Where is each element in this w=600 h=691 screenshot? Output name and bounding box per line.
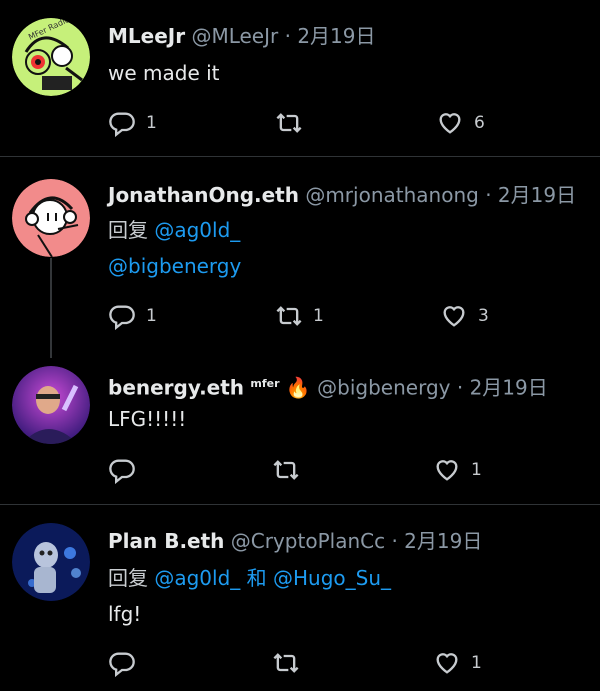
- fire-emoji-icon: 🔥: [285, 375, 311, 400]
- avatar-jonathanong[interactable]: [12, 179, 90, 257]
- like-icon: [436, 460, 458, 481]
- like-button[interactable]: 1: [433, 455, 482, 485]
- photo-avatar-icon: [12, 366, 90, 444]
- reply-count: 1: [146, 113, 157, 133]
- tweet-date[interactable]: 2月19日: [297, 24, 375, 48]
- tweet-feed: MFer Radio MLeeJr @MLeeJr · 2月19日 we mad…: [0, 0, 600, 691]
- tweet-text: we made it: [108, 56, 220, 90]
- mfer-badge: mfer: [250, 377, 280, 390]
- tweet-text-content: lfg!: [108, 602, 142, 626]
- tweet-actions: 1 1 3: [0, 301, 600, 331]
- reply-button[interactable]: [108, 455, 146, 485]
- nft-avatar-icon: [12, 523, 90, 601]
- tweet-actions: 1: [0, 648, 600, 678]
- retweet-icon: [276, 113, 302, 133]
- avatar-benergy[interactable]: [12, 366, 90, 444]
- retweet-icon: [273, 460, 299, 480]
- separator-dot: ·: [391, 529, 398, 553]
- conjunction-text: 和: [246, 566, 267, 590]
- avatar-planb[interactable]: [12, 523, 90, 601]
- mention-link[interactable]: @ag0ld_: [154, 566, 240, 590]
- reply-icon: [109, 112, 135, 137]
- user-handle[interactable]: @mrjonathanong: [305, 183, 479, 207]
- reply-button[interactable]: 1: [108, 301, 157, 331]
- retweet-button[interactable]: [272, 648, 310, 678]
- display-name[interactable]: Plan B.eth: [108, 529, 224, 553]
- reply-label: 回复: [108, 218, 148, 242]
- mention-link[interactable]: @Hugo_Su_: [273, 566, 391, 590]
- tweet-header: Plan B.eth @CryptoPlanCc · 2月19日: [108, 527, 482, 555]
- tweet-jonathanong[interactable]: JonathanOng.eth @mrjonathanong · 2月19日 回…: [0, 157, 600, 352]
- display-name[interactable]: MLeeJr: [108, 24, 185, 48]
- tweet-text-content: LFG!!!!!: [108, 407, 187, 431]
- reply-context: 回复 @ag0ld_: [108, 213, 240, 247]
- like-count: 1: [471, 653, 482, 673]
- like-icon: [436, 653, 458, 674]
- tweet-header: MLeeJr @MLeeJr · 2月19日: [108, 22, 376, 50]
- mention-link[interactable]: @ag0ld_: [154, 218, 240, 242]
- retweet-button[interactable]: 1: [275, 301, 324, 331]
- like-icon: [439, 113, 461, 134]
- tweet-date[interactable]: 2月19日: [404, 529, 482, 553]
- like-icon: [443, 306, 465, 327]
- tweet-text-content: we made it: [108, 61, 220, 85]
- retweet-icon: [273, 653, 299, 673]
- like-button[interactable]: 1: [433, 648, 482, 678]
- tweet-actions: 1 6: [0, 108, 600, 138]
- separator-dot: ·: [284, 24, 291, 48]
- reply-button[interactable]: [108, 648, 146, 678]
- like-button[interactable]: 6: [436, 108, 485, 138]
- reply-label: 回复: [108, 566, 148, 590]
- reply-count: 1: [146, 306, 157, 326]
- avatar-mleejr[interactable]: MFer Radio: [12, 18, 90, 96]
- reply-icon: [109, 305, 135, 330]
- like-count: 6: [474, 113, 485, 133]
- display-name[interactable]: JonathanOng.eth: [108, 183, 299, 207]
- tweet-text: LFG!!!!!: [108, 402, 186, 436]
- tweet-planb[interactable]: Plan B.eth @CryptoPlanCc · 2月19日 回复 @ag0…: [0, 505, 600, 691]
- tweet-text: lfg!: [108, 597, 141, 631]
- retweet-icon: [276, 306, 302, 326]
- reply-context: 回复 @ag0ld_ 和 @Hugo_Su_: [108, 561, 391, 595]
- separator-dot: ·: [456, 375, 464, 400]
- mention-link[interactable]: @bigbenergy: [108, 254, 241, 278]
- tweet-header: JonathanOng.eth @mrjonathanong · 2月19日: [108, 181, 576, 209]
- tweet-text: @bigbenergy: [108, 249, 241, 283]
- reply-button[interactable]: 1: [108, 108, 157, 138]
- like-count: 3: [478, 306, 489, 326]
- mfer-radio-avatar-icon: MFer Radio: [12, 18, 90, 96]
- user-handle[interactable]: @MLeeJr: [191, 24, 278, 48]
- user-handle[interactable]: @bigbenergy: [317, 376, 450, 400]
- tweet-mleejr[interactable]: MFer Radio MLeeJr @MLeeJr · 2月19日 we mad…: [0, 0, 600, 156]
- tweet-date[interactable]: 2月19日: [470, 376, 548, 400]
- like-count: 1: [471, 460, 482, 480]
- mfer-avatar-icon: [12, 179, 90, 257]
- reply-icon: [109, 459, 135, 484]
- tweet-date[interactable]: 2月19日: [498, 183, 576, 207]
- tweet-benergy[interactable]: benergy.eth mfer 🔥 @bigbenergy · 2月19日 L…: [0, 352, 600, 504]
- retweet-count: 1: [313, 306, 324, 326]
- like-button[interactable]: 3: [440, 301, 489, 331]
- retweet-button[interactable]: [272, 455, 310, 485]
- user-handle[interactable]: @CryptoPlanCc: [231, 529, 385, 553]
- reply-icon: [109, 652, 135, 677]
- retweet-button[interactable]: [275, 108, 313, 138]
- tweet-header: benergy.eth mfer 🔥 @bigbenergy · 2月19日: [108, 370, 548, 402]
- tweet-actions: 1: [0, 455, 600, 485]
- separator-dot: ·: [485, 183, 492, 207]
- display-name[interactable]: benergy.eth: [108, 376, 244, 400]
